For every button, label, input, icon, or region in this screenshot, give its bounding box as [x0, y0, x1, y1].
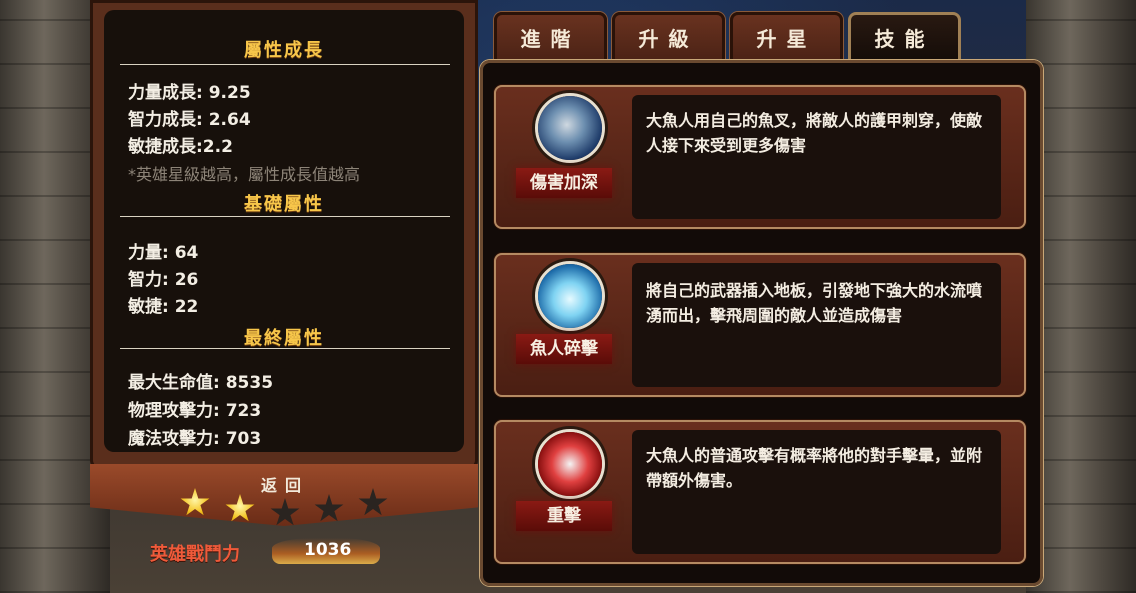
tab-star-up[interactable]: 升星 — [730, 12, 843, 62]
skill-name: 魚人碎擊 — [516, 334, 612, 364]
final-attributes-title: 最終屬性 — [244, 328, 324, 349]
max-hp: 最大生命值: 8535 — [128, 373, 274, 393]
base-strength: 力量: 64 — [128, 243, 199, 263]
skill-description: 將自己的武器插入地板，引發地下強大的水流噴湧而出，擊飛周圍的敵人並造成傷害 — [646, 281, 983, 325]
physical-attack: 物理攻擊力: 723 — [128, 401, 262, 421]
skill-description: 大魚人用自己的魚叉，將敵人的護甲刺穿，使敵人接下來受到更多傷害 — [646, 111, 983, 155]
attributes-growth-title: 屬性成長 — [244, 40, 324, 61]
skill-name: 傷害加深 — [516, 168, 612, 198]
divider — [120, 348, 450, 349]
base-agility: 敏捷: 22 — [128, 297, 199, 317]
skill-name: 重擊 — [516, 501, 612, 531]
divider — [120, 64, 450, 65]
divider — [120, 216, 450, 217]
combat-power-value: 1036 — [304, 540, 352, 560]
strength-growth: 力量成長: 9.25 — [128, 83, 251, 103]
intellect-growth: 智力成長: 2.64 — [128, 110, 251, 130]
trident-icon[interactable] — [538, 96, 602, 160]
base-attributes-title: 基礎屬性 — [244, 194, 324, 215]
skill-description: 大魚人的普通攻擊有概率將他的對手擊暈，並附帶額外傷害。 — [646, 446, 983, 490]
base-intellect: 智力: 26 — [128, 270, 199, 290]
back-button[interactable]: 返回 — [220, 472, 350, 496]
tab-skills[interactable]: 技能 — [848, 12, 961, 62]
combat-power-label: 英雄戰鬥力 — [150, 544, 240, 565]
heavy-strike-icon[interactable] — [538, 432, 602, 496]
magic-attack: 魔法攻擊力: 703 — [128, 429, 262, 449]
agility-growth: 敏捷成長:2.2 — [128, 137, 233, 157]
tab-level-up[interactable]: 升級 — [612, 12, 725, 62]
tab-advance[interactable]: 進階 — [494, 12, 607, 62]
ice-shatter-icon[interactable] — [538, 264, 602, 328]
growth-note: *英雄星級越高，屬性成長值越高 — [128, 165, 361, 184]
